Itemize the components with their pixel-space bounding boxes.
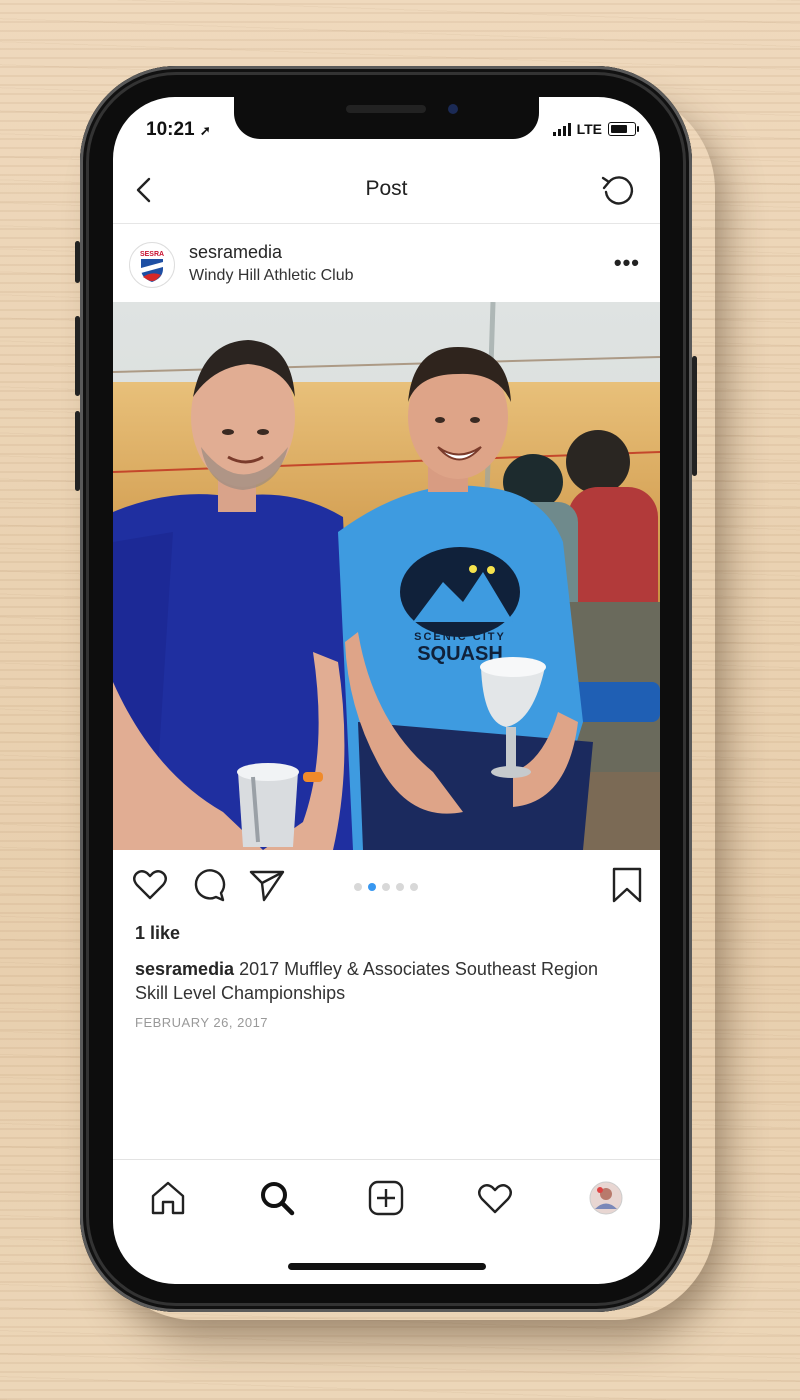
like-count[interactable]: 1 like: [135, 923, 180, 944]
carousel-dot: [396, 883, 404, 891]
avatar-logo-text: SESRA: [140, 251, 164, 258]
carousel-dot: [410, 883, 418, 891]
status-time: 10:21 ➚: [146, 119, 211, 140]
mute-switch: [75, 241, 80, 283]
home-indicator[interactable]: [288, 1263, 486, 1270]
volume-up-button: [75, 316, 80, 396]
network-label: LTE: [576, 121, 602, 137]
comment-icon[interactable]: [190, 866, 228, 904]
home-icon[interactable]: [148, 1178, 188, 1218]
volume-down-button: [75, 411, 80, 491]
battery-icon: [608, 122, 639, 136]
speaker: [346, 105, 426, 113]
activity-heart-icon[interactable]: [475, 1178, 515, 1218]
status-indicators: LTE: [552, 121, 639, 137]
post-username[interactable]: sesramedia: [189, 242, 282, 263]
caption-username[interactable]: sesramedia: [135, 959, 234, 979]
carousel-dot: [354, 883, 362, 891]
post-date: FEBRUARY 26, 2017: [135, 1015, 269, 1030]
post-photo[interactable]: SCENIC CITY SQUASH: [113, 302, 660, 850]
bottom-tab-bar: [113, 1159, 660, 1240]
more-options-icon[interactable]: •••: [614, 250, 640, 276]
post-location[interactable]: Windy Hill Athletic Club: [189, 267, 354, 285]
avatar[interactable]: SESRA: [129, 242, 175, 288]
heart-icon[interactable]: [131, 866, 169, 904]
phone-screen: 10:21 ➚ LTE Post SESRA sesramedia Windy …: [113, 97, 660, 1284]
search-icon[interactable]: [257, 1178, 297, 1218]
signal-icon: [552, 122, 571, 136]
notch: [234, 97, 539, 139]
carousel-dot-active: [368, 883, 376, 891]
front-camera: [448, 104, 458, 114]
add-post-icon[interactable]: [366, 1178, 406, 1218]
power-button: [692, 356, 697, 476]
sesra-logo: SESRA: [140, 251, 164, 282]
carousel-indicator: [354, 883, 418, 891]
post-actions: [113, 862, 660, 912]
post-navbar: Post: [113, 155, 660, 224]
profile-avatar-icon[interactable]: [586, 1178, 626, 1218]
shirt-text-top: SCENIC CITY: [414, 631, 506, 643]
bookmark-icon[interactable]: [608, 866, 646, 904]
paper-plane-icon[interactable]: [248, 866, 286, 904]
refresh-icon[interactable]: [598, 170, 638, 210]
location-arrow-icon: ➚: [199, 123, 211, 138]
post-header: SESRA sesramedia Windy Hill Athletic Clu…: [113, 224, 660, 300]
page-title: Post: [365, 177, 408, 200]
post-caption: sesramedia 2017 Muffley & Associates Sou…: [135, 957, 635, 1005]
carousel-dot: [382, 883, 390, 891]
